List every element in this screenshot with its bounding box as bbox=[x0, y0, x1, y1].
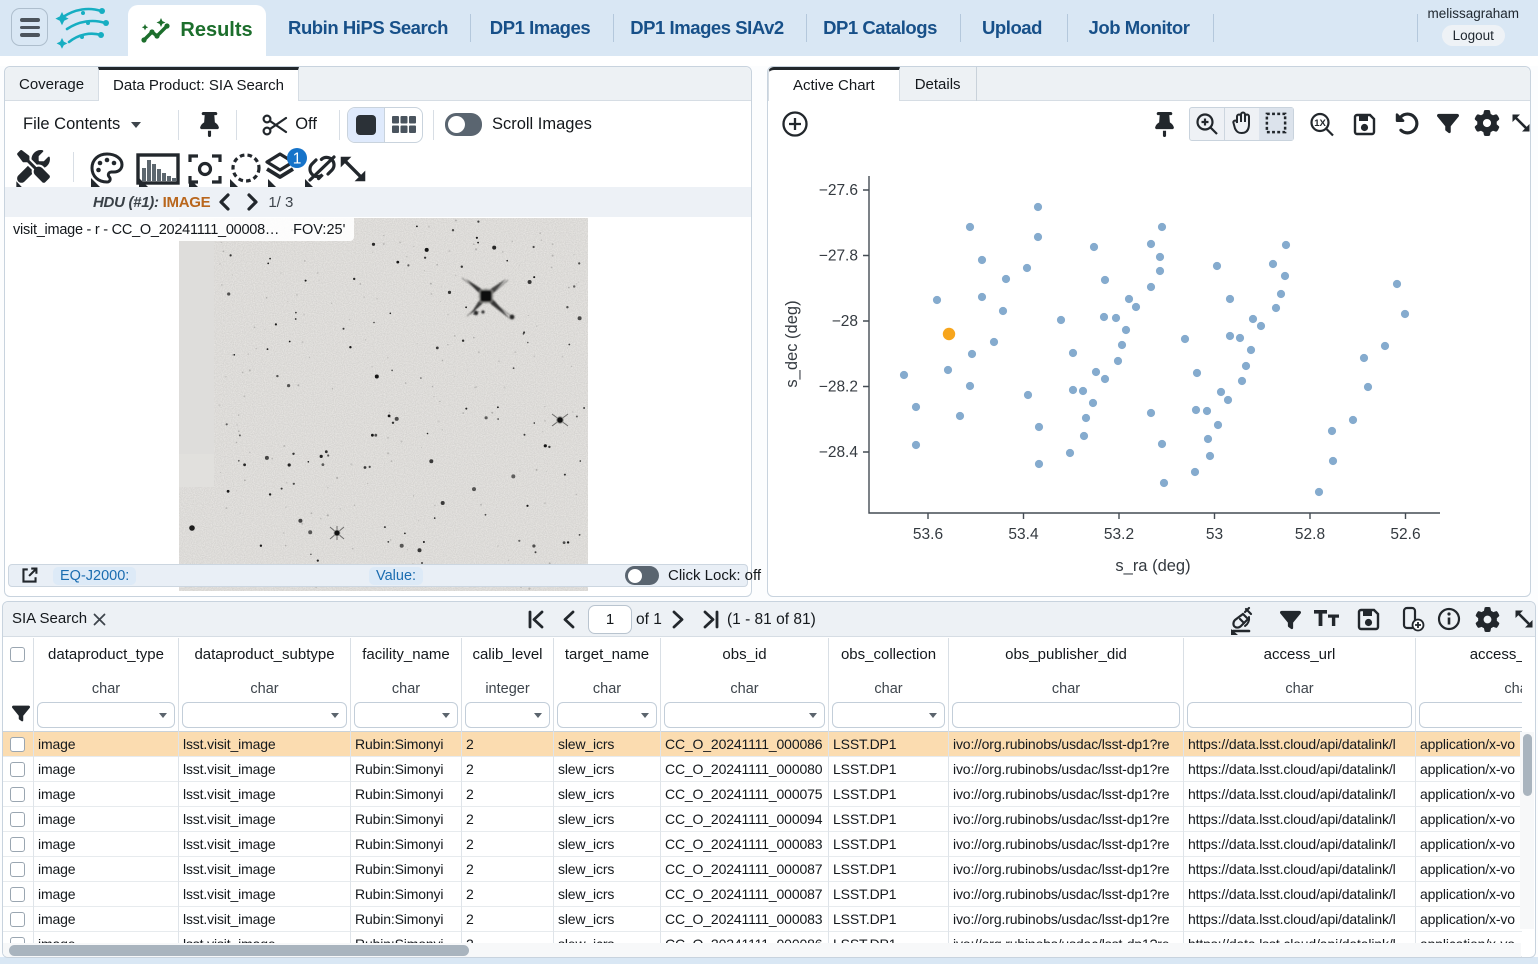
svg-text:−27.8: −27.8 bbox=[819, 248, 858, 265]
svg-text:53.4: 53.4 bbox=[1008, 526, 1039, 543]
svg-text:s_dec (deg): s_dec (deg) bbox=[783, 300, 801, 387]
svg-text:−28: −28 bbox=[832, 313, 858, 330]
svg-text:−28.4: −28.4 bbox=[819, 444, 859, 461]
svg-text:1X: 1X bbox=[1314, 118, 1326, 129]
svg-text:53.6: 53.6 bbox=[913, 526, 943, 543]
svg-text:53.2: 53.2 bbox=[1104, 526, 1134, 543]
svg-text:−28.2: −28.2 bbox=[819, 379, 858, 396]
svg-text:52.6: 52.6 bbox=[1390, 526, 1420, 543]
svg-text:52.8: 52.8 bbox=[1295, 526, 1325, 543]
svg-text:−27.6: −27.6 bbox=[819, 182, 858, 199]
svg-text:53: 53 bbox=[1206, 526, 1223, 543]
svg-text:s_ra (deg): s_ra (deg) bbox=[1115, 557, 1190, 575]
